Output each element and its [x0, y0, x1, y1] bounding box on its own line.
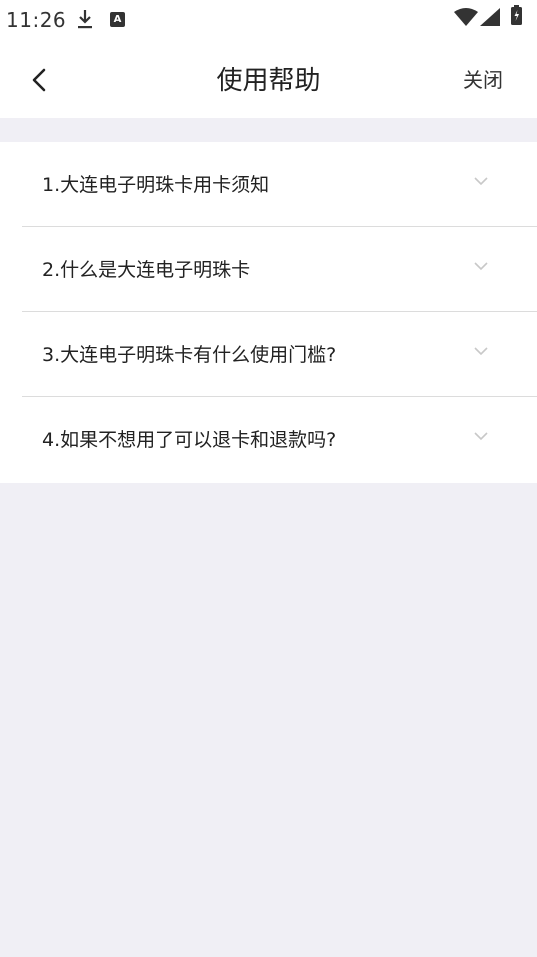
status-time: 11:26: [6, 8, 67, 32]
status-bar: 11:26 A: [0, 0, 537, 40]
faq-item-3[interactable]: 3.大连电子明珠卡有什么使用门槛?: [22, 312, 537, 397]
faq-item-label: 1.大连电子明珠卡用卡须知: [42, 174, 270, 196]
faq-item-2[interactable]: 2.什么是大连电子明珠卡: [22, 227, 537, 312]
wifi-icon: [454, 8, 478, 26]
signal-icon: [480, 8, 500, 26]
faq-list: 1.大连电子明珠卡用卡须知 2.什么是大连电子明珠卡 3.大连电子明珠卡有什么使…: [0, 142, 537, 483]
chevron-down-icon: [474, 262, 488, 271]
nav-bar: 使用帮助 关闭: [0, 40, 537, 118]
faq-item-label: 2.什么是大连电子明珠卡: [42, 259, 251, 281]
section-gap: [0, 118, 537, 142]
faq-item-1[interactable]: 1.大连电子明珠卡用卡须知: [22, 142, 537, 227]
page-title: 使用帮助: [216, 66, 321, 96]
chevron-down-icon: [474, 177, 488, 186]
chevron-down-icon: [474, 432, 488, 441]
close-button[interactable]: 关闭: [463, 64, 503, 93]
faq-item-label: 3.大连电子明珠卡有什么使用门槛?: [42, 344, 337, 366]
faq-item-label: 4.如果不想用了可以退卡和退款吗?: [42, 429, 337, 451]
a-icon: A: [110, 12, 125, 27]
download-icon: [78, 10, 92, 29]
chevron-down-icon: [474, 347, 488, 356]
battery-icon: [511, 5, 522, 25]
faq-item-4[interactable]: 4.如果不想用了可以退卡和退款吗?: [22, 397, 537, 483]
